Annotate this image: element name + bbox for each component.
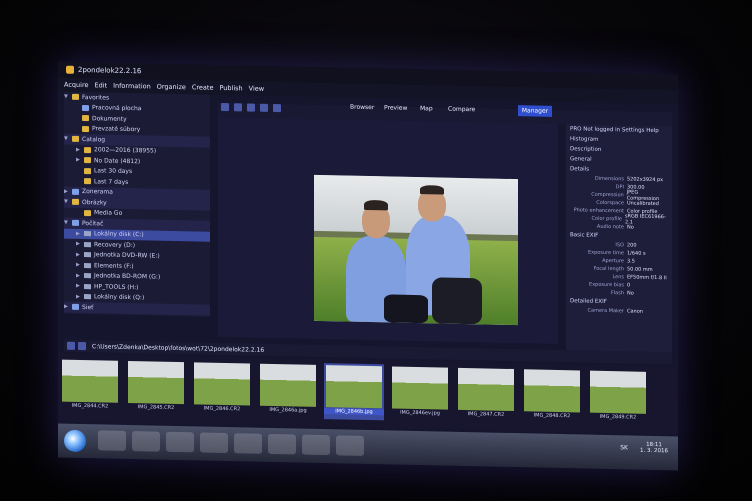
desktop-icon	[82, 104, 89, 111]
start-button[interactable]	[64, 429, 86, 453]
disk-icon	[84, 231, 91, 237]
manager-button[interactable]: Manager	[518, 105, 552, 117]
folder-up-icon[interactable]	[78, 341, 86, 351]
menu-create[interactable]: Create	[192, 83, 214, 91]
folder-icon	[72, 94, 79, 101]
folder-icon	[84, 146, 91, 153]
folder-icon	[82, 125, 89, 132]
menu-acquire[interactable]: Acquire	[64, 81, 89, 90]
window-title: 2pondelok22.2.16	[78, 65, 142, 76]
thumbnail[interactable]: IMG_2845.CR2	[126, 359, 186, 416]
computer-icon	[72, 220, 79, 227]
taskbar-app-icon[interactable]	[268, 433, 296, 455]
clock[interactable]: 18:11 1. 3. 2016	[640, 442, 668, 454]
settings-link[interactable]: Settings	[622, 127, 645, 133]
rotate-icon[interactable]	[272, 104, 281, 113]
login-status[interactable]: Not logged in	[583, 127, 620, 134]
cloud-icon	[72, 188, 79, 195]
language-indicator[interactable]: SK	[620, 444, 628, 451]
thumbnail[interactable]: IMG_2846ev.jpg	[390, 364, 450, 421]
taskbar-app-icon[interactable]	[200, 432, 228, 454]
zoom-out-icon[interactable]	[233, 103, 242, 112]
taskbar-app-icon[interactable]	[302, 434, 330, 456]
folder-icon	[72, 136, 79, 143]
zoom-in-icon[interactable]	[221, 102, 229, 112]
thumbnail[interactable]: IMG_2844.CR2	[60, 358, 120, 415]
preview-pane	[218, 116, 558, 344]
menu-organize[interactable]: Organize	[157, 83, 186, 92]
thumbnail[interactable]: IMG_2849.CR2	[588, 369, 648, 426]
tree-siet[interactable]: ▶ Sieť	[64, 301, 210, 316]
exif-list: ISO 200 Exposure time 1/640 s Aperture 3.5 …	[566, 240, 672, 298]
menu-edit[interactable]: Edit	[95, 81, 108, 89]
disk-icon	[84, 262, 91, 268]
menu-view[interactable]: View	[249, 84, 264, 92]
tab-preview[interactable]: Preview	[384, 104, 407, 111]
folder-icon	[82, 115, 89, 122]
tab-browser[interactable]: Browser	[350, 104, 374, 112]
folder-icon	[84, 167, 91, 174]
info-panel: PRO Not logged in Settings Help Histogra…	[566, 124, 672, 353]
bluray-icon	[84, 273, 91, 279]
fit-icon[interactable]	[246, 103, 255, 112]
taskbar-app-icon[interactable]	[132, 431, 160, 452]
help-link[interactable]: Help	[646, 128, 659, 134]
thumbnail[interactable]: IMG_2848.CR2	[522, 367, 582, 424]
disk-icon	[84, 241, 91, 247]
taskbar-app-icon[interactable]	[166, 431, 194, 453]
thumbnail-selected[interactable]: IMG_2846b.jpg	[324, 363, 384, 421]
back-icon[interactable]	[67, 341, 75, 350]
dvd-icon	[84, 252, 91, 258]
app-icon	[66, 65, 74, 74]
exif-row: Camera Maker Canon	[587, 307, 643, 315]
folder-icon	[72, 199, 79, 206]
thumbnail[interactable]: IMG_2846a.jpg	[258, 362, 318, 419]
actual-size-icon[interactable]	[259, 103, 268, 112]
details-list: Dimensions 5202x3924 px DPI 300.00 Compres…	[566, 174, 672, 232]
thumbnail[interactable]: IMG_2847.CR2	[456, 366, 516, 423]
tab-map[interactable]: Map	[420, 105, 433, 112]
menu-information[interactable]: Information	[113, 82, 151, 91]
folder-icon	[84, 157, 91, 164]
path-input[interactable]: C:\Users\Zdenka\Desktop\fotos\wot\72\2po…	[92, 343, 264, 354]
disk-icon	[84, 283, 91, 289]
taskbar-app-icon[interactable]	[336, 435, 364, 456]
taskbar-app-icon[interactable]	[98, 430, 126, 451]
preview-photo	[314, 174, 518, 326]
network-icon	[72, 304, 79, 311]
folder-icon	[84, 209, 91, 216]
monitor-screen: 2pondelok22.2.16 Acquire Edit Informatio…	[58, 61, 678, 471]
folder-icon	[84, 178, 91, 185]
disk-icon	[84, 294, 91, 300]
tab-compare[interactable]: Compare	[448, 106, 475, 114]
thumbnail[interactable]: IMG_2846.CR2	[192, 360, 252, 417]
thumbnail-strip: IMG_2844.CR2 IMG_2845.CR2 IMG_2846.CR2 I…	[58, 353, 678, 435]
taskbar-app-icon[interactable]	[234, 433, 262, 454]
folder-tree: ▼ Favorites Pracovná plocha Dokumenty Pre…	[64, 91, 210, 317]
menu-publish[interactable]: Publish	[219, 84, 242, 92]
